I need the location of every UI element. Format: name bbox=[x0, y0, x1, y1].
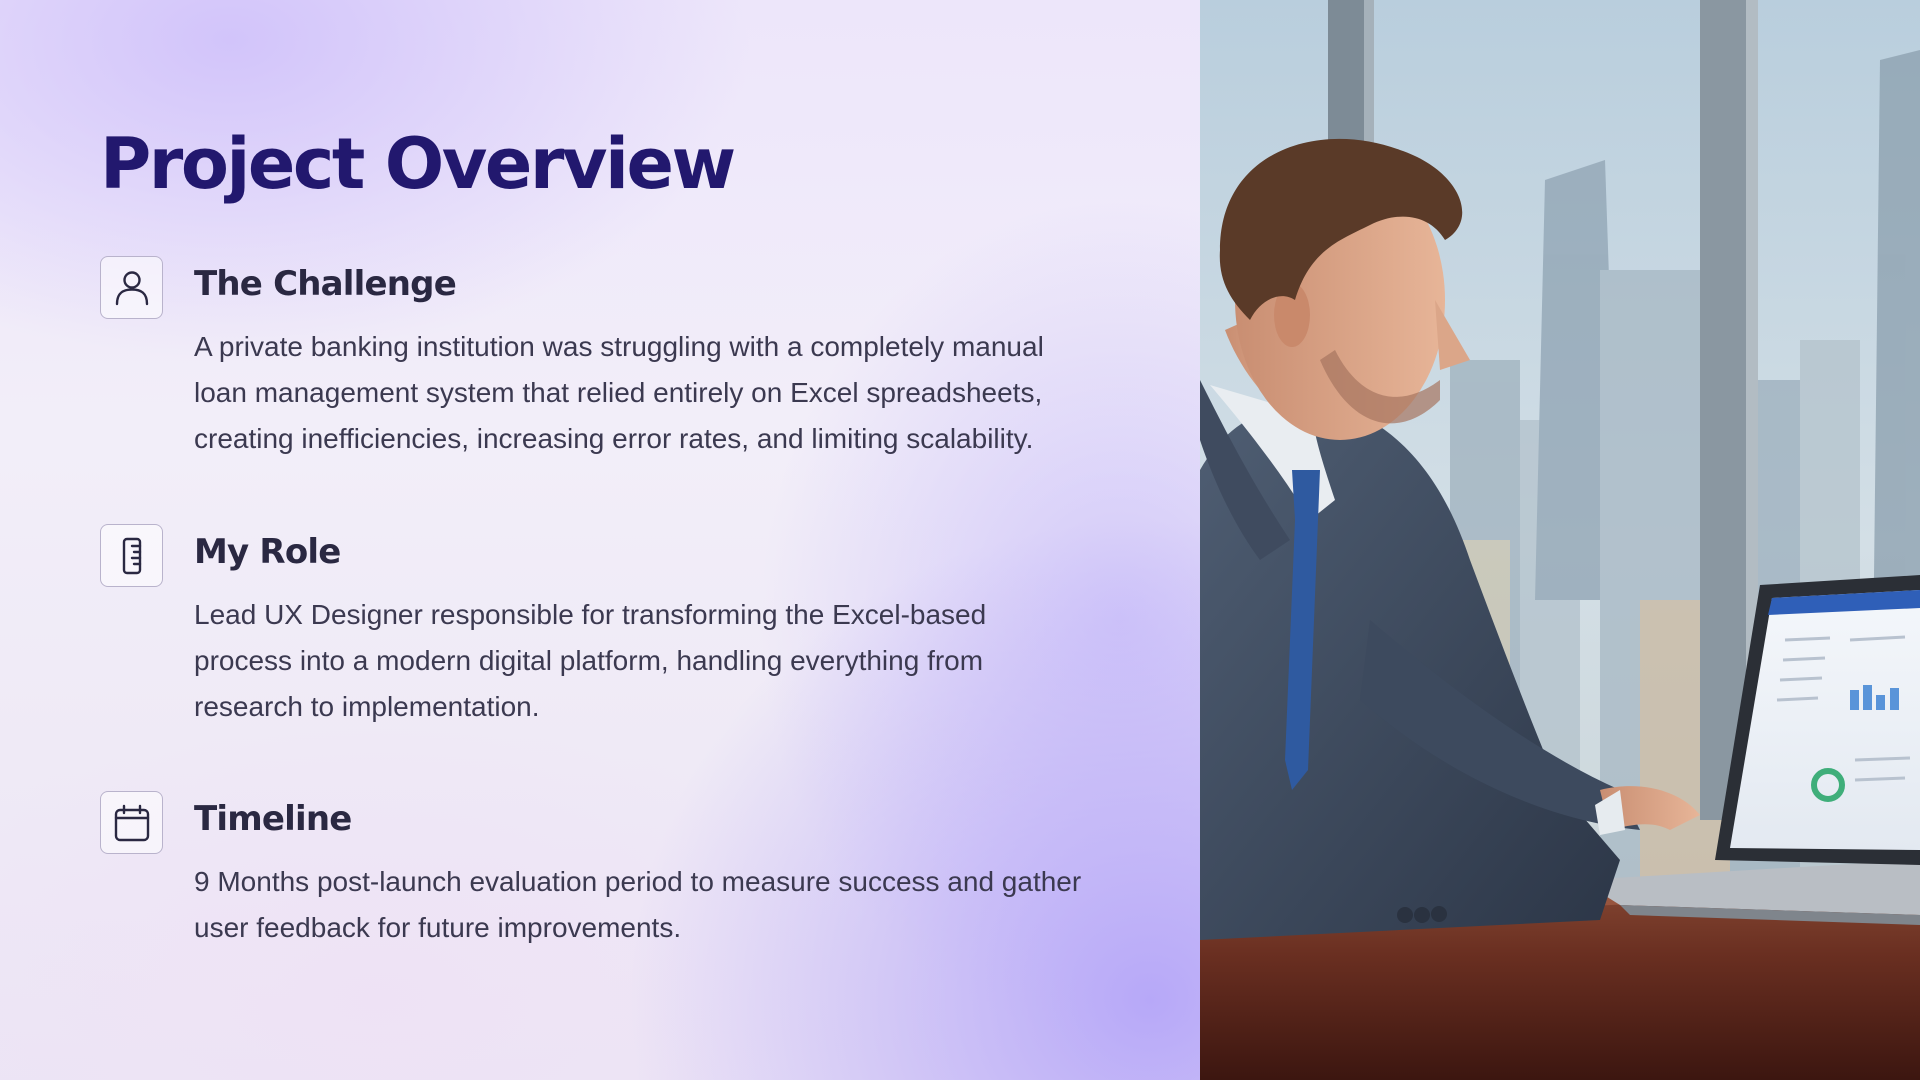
role-heading: My Role bbox=[194, 532, 341, 572]
challenge-heading: The Challenge bbox=[194, 264, 457, 304]
role-description: Lead UX Designer responsible for transfo… bbox=[194, 599, 987, 722]
user-icon bbox=[100, 256, 163, 319]
timeline-description: 9 Months post-launch evaluation period t… bbox=[194, 866, 1082, 943]
timeline-heading: Timeline bbox=[194, 799, 352, 839]
office-scene-illustration bbox=[1200, 0, 1920, 1080]
challenge-description: A private banking institution was strugg… bbox=[194, 331, 1044, 454]
businessman-laptop-photo bbox=[1200, 0, 1920, 1080]
page-title: Project Overview bbox=[100, 123, 736, 205]
content-panel: Project Overview The Challenge A private… bbox=[0, 0, 1200, 1080]
ruler-icon bbox=[100, 524, 163, 587]
calendar-icon bbox=[100, 791, 163, 854]
